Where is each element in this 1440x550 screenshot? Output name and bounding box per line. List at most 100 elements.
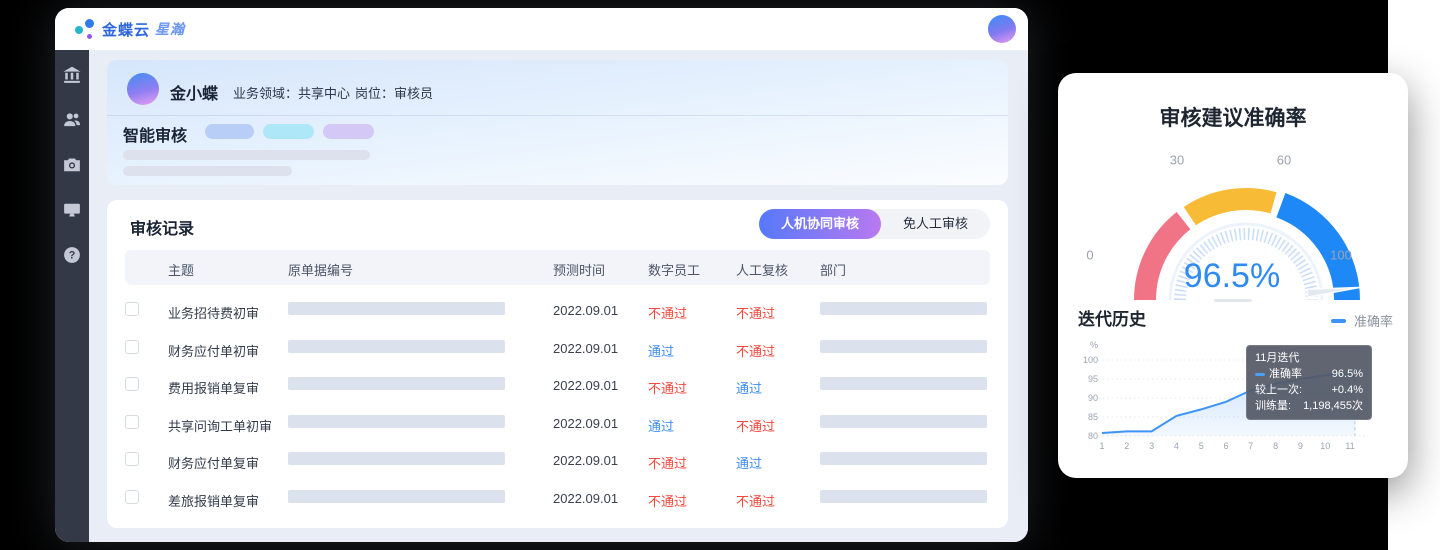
human-review-status: 不通过 [736, 341, 775, 360]
column-header: 部门 [820, 260, 846, 279]
column-header: 主题 [168, 260, 194, 279]
legend-line-icon [1331, 319, 1346, 323]
tooltip-accuracy-value: 96.5% [1332, 368, 1363, 381]
column-header: 数字员工 [648, 260, 700, 279]
banner-divider [107, 115, 1008, 116]
svg-text:?: ? [69, 250, 76, 262]
digital-employee-status: 不通过 [648, 303, 687, 322]
gauge-tick-label: 0 [1086, 248, 1093, 263]
doc-number-placeholder [288, 340, 505, 353]
doc-number-placeholder [288, 377, 505, 390]
department-placeholder [820, 302, 987, 315]
tooltip-volume-value: 1,198,455次 [1303, 400, 1363, 413]
svg-text:9: 9 [1298, 441, 1303, 451]
row-predict-date: 2022.09.01 [553, 341, 618, 356]
user-name: 金小蝶 [170, 80, 218, 104]
digital-employee-status: 通过 [648, 341, 674, 360]
main-window: 金蝶云 星瀚 ? [55, 8, 1028, 542]
row-predict-date: 2022.09.01 [553, 378, 618, 393]
department-placeholder [820, 490, 987, 503]
legend-label: 准确率 [1354, 311, 1393, 330]
row-checkbox[interactable] [125, 340, 139, 354]
tooltip-delta-label: 较上一次: [1255, 384, 1302, 397]
department-placeholder [820, 340, 987, 353]
table-row: 差旅报销单复审2022.09.01不通过不通过 [125, 480, 990, 518]
column-header: 原单据编号 [288, 260, 353, 279]
audit-records-card: 审核记录 人机协同审核免人工审核 主题 原单据编号 预测时间 数字员工 人工复核 部门 业… [107, 200, 1008, 528]
user-avatar[interactable] [988, 15, 1016, 43]
table-row: 财务应付单复审2022.09.01不通过通过 [125, 442, 990, 480]
tooltip-accuracy-label: 准确率 [1269, 368, 1302, 381]
table-row: 费用报销单复审2022.09.01不通过通过 [125, 367, 990, 405]
status-pill [323, 124, 374, 139]
sidebar: ? [55, 50, 89, 542]
svg-text:95: 95 [1088, 374, 1098, 384]
gauge-value: 96.5% [1096, 257, 1368, 296]
row-subject: 财务应付单初审 [168, 341, 259, 360]
row-checkbox[interactable] [125, 302, 139, 316]
row-subject: 共享问询工单初审 [168, 416, 272, 435]
row-checkbox[interactable] [125, 415, 139, 429]
svg-text:90: 90 [1088, 393, 1098, 403]
records-tab-switch: 人机协同审核免人工审核 [759, 209, 990, 239]
business-field-label: 业务领域：共享中心 [233, 83, 350, 102]
gauge-tick-label: 60 [1277, 153, 1291, 168]
svg-text:6: 6 [1223, 441, 1228, 451]
department-placeholder [820, 415, 987, 428]
row-subject: 差旅报销单复审 [168, 491, 259, 510]
svg-text:8: 8 [1273, 441, 1278, 451]
tooltip-series-icon [1255, 373, 1265, 376]
column-header: 人工复核 [736, 260, 788, 279]
human-review-status: 通过 [736, 453, 762, 472]
banner-avatar [127, 73, 159, 105]
status-pill [263, 124, 314, 139]
row-subject: 费用报销单复审 [168, 378, 259, 397]
svg-text:10: 10 [1320, 441, 1330, 451]
doc-number-placeholder [288, 452, 505, 465]
camera-icon[interactable] [63, 156, 81, 174]
digital-employee-status: 不通过 [648, 491, 687, 510]
iteration-chart: 10095908580%1234567891011 11月迭代 准确率 96.5… [1078, 337, 1398, 457]
svg-text:2: 2 [1124, 441, 1129, 451]
gauge-title: 审核建议准确率 [1058, 102, 1408, 132]
smart-audit-pills [205, 124, 374, 139]
records-tab-1[interactable]: 免人工审核 [881, 209, 990, 239]
help-icon[interactable]: ? [63, 246, 81, 264]
chart-tooltip: 11月迭代 准确率 96.5% 较上一次: +0.4% 训练量: 1,198,4… [1246, 345, 1372, 420]
doc-number-placeholder [288, 302, 505, 315]
tooltip-volume-label: 训练量: [1255, 400, 1291, 413]
digital-employee-status: 不通过 [648, 378, 687, 397]
svg-text:3: 3 [1149, 441, 1154, 451]
row-predict-date: 2022.09.01 [553, 303, 618, 318]
users-icon[interactable] [63, 111, 81, 129]
doc-number-placeholder [288, 415, 505, 428]
human-review-status: 不通过 [736, 416, 775, 435]
monitor-icon[interactable] [63, 201, 81, 219]
human-review-status: 不通过 [736, 491, 775, 510]
svg-text:%: % [1090, 340, 1098, 350]
smart-audit-title: 智能审核 [123, 122, 187, 146]
logo-text-primary: 金蝶云 [102, 19, 150, 40]
doc-number-placeholder [288, 490, 505, 503]
chart-legend[interactable]: 准确率 [1331, 311, 1393, 330]
records-tab-0[interactable]: 人机协同审核 [759, 209, 881, 239]
app-logo[interactable]: 金蝶云 星瀚 [75, 16, 185, 42]
tooltip-delta-value: +0.4% [1332, 384, 1364, 397]
row-checkbox[interactable] [125, 452, 139, 466]
bank-icon[interactable] [63, 66, 81, 84]
row-subject: 业务招待费初审 [168, 303, 259, 322]
column-header: 预测时间 [553, 260, 605, 279]
row-predict-date: 2022.09.01 [553, 416, 618, 431]
row-checkbox[interactable] [125, 490, 139, 504]
row-predict-date: 2022.09.01 [553, 453, 618, 468]
department-placeholder [820, 377, 987, 390]
row-checkbox[interactable] [125, 377, 139, 391]
records-title: 审核记录 [130, 215, 194, 239]
table-body: 业务招待费初审2022.09.01不通过不通过财务应付单初审2022.09.01… [125, 292, 990, 517]
user-banner-card: 金小蝶 业务领域：共享中心 岗位：审核员 智能审核 [107, 60, 1008, 185]
table-header: 主题 原单据编号 预测时间 数字员工 人工复核 部门 [125, 250, 990, 285]
status-pill [205, 124, 254, 139]
iteration-history-title: 迭代历史 [1078, 305, 1146, 330]
position-label: 岗位：审核员 [355, 83, 433, 102]
svg-text:7: 7 [1248, 441, 1253, 451]
